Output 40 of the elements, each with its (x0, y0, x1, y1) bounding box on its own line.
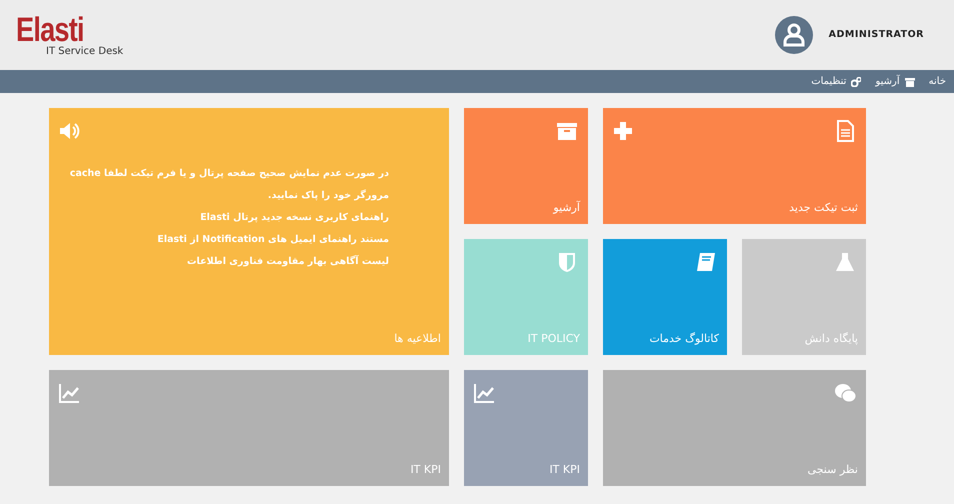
tile-label: ثبت تیکت جدید (789, 200, 858, 216)
dashboard-tile[interactable] (49, 108, 449, 355)
dashboard-tile[interactable]: IT KPI (464, 370, 588, 486)
archive-box-icon (556, 120, 578, 142)
chat-bubbles-icon (834, 382, 856, 404)
dashboard-tile[interactable]: IT POLICY (464, 239, 588, 355)
flask-icon (834, 251, 856, 273)
tile-label: نظر سنجی (808, 462, 858, 478)
dashboard-tile[interactable]: کاتالوگ خدمات (603, 239, 727, 355)
nav-link[interactable]: آرشیو (875, 74, 915, 89)
announcement-link[interactable]: در صورت عدم نمایش صحیح صفحه پرتال و یا فرم تیکت لطفا cache (70, 163, 389, 185)
dashboard-tile[interactable]: ثبت تیکت جدید (603, 108, 866, 224)
announcement-link[interactable]: مستند راهنمای ایمیل های Notification از Elasti (157, 229, 389, 251)
nav-link[interactable]: خانه (928, 74, 946, 89)
tile-label: IT POLICY (528, 330, 580, 346)
archive-box-icon (904, 76, 915, 86)
dashboard-tile[interactable]: نظر سنجی (603, 370, 866, 486)
line-chart-icon (473, 382, 495, 404)
plus-icon (612, 120, 634, 142)
logo-subtitle: IT Service Desk (46, 47, 124, 57)
book-icon (695, 251, 717, 273)
dashboard-tile[interactable]: آرشیو (464, 108, 588, 224)
speaker-icon (58, 120, 80, 142)
logo: Elasti (16, 13, 84, 47)
user-avatar-icon[interactable] (774, 16, 813, 54)
tile-label: کاتالوگ خدمات (649, 330, 719, 347)
announcement-link[interactable]: لیست آگاهی بهار مقاومت فناوری اطلاعات (186, 251, 389, 273)
shield-icon (556, 251, 578, 273)
dashboard-tile[interactable]: IT KPI (49, 370, 449, 486)
tile-label: آرشیو (553, 200, 580, 216)
tile-label: IT KPI (410, 462, 441, 478)
tile-label: IT KPI (549, 462, 580, 478)
line-chart-icon (58, 382, 80, 404)
user-name: ADMINISTRATOR (828, 28, 924, 42)
announcement-link[interactable]: مرورگر خود را پاک نمایید. (268, 185, 389, 207)
tile-label: اطلاعیه ها (394, 330, 441, 346)
nav-link[interactable]: تنظیمات (811, 74, 862, 89)
gears-icon (851, 76, 862, 86)
document-icon (834, 120, 856, 142)
announcement-link[interactable]: راهنمای کاربری نسخه جدید پرتال Elasti (200, 207, 389, 229)
